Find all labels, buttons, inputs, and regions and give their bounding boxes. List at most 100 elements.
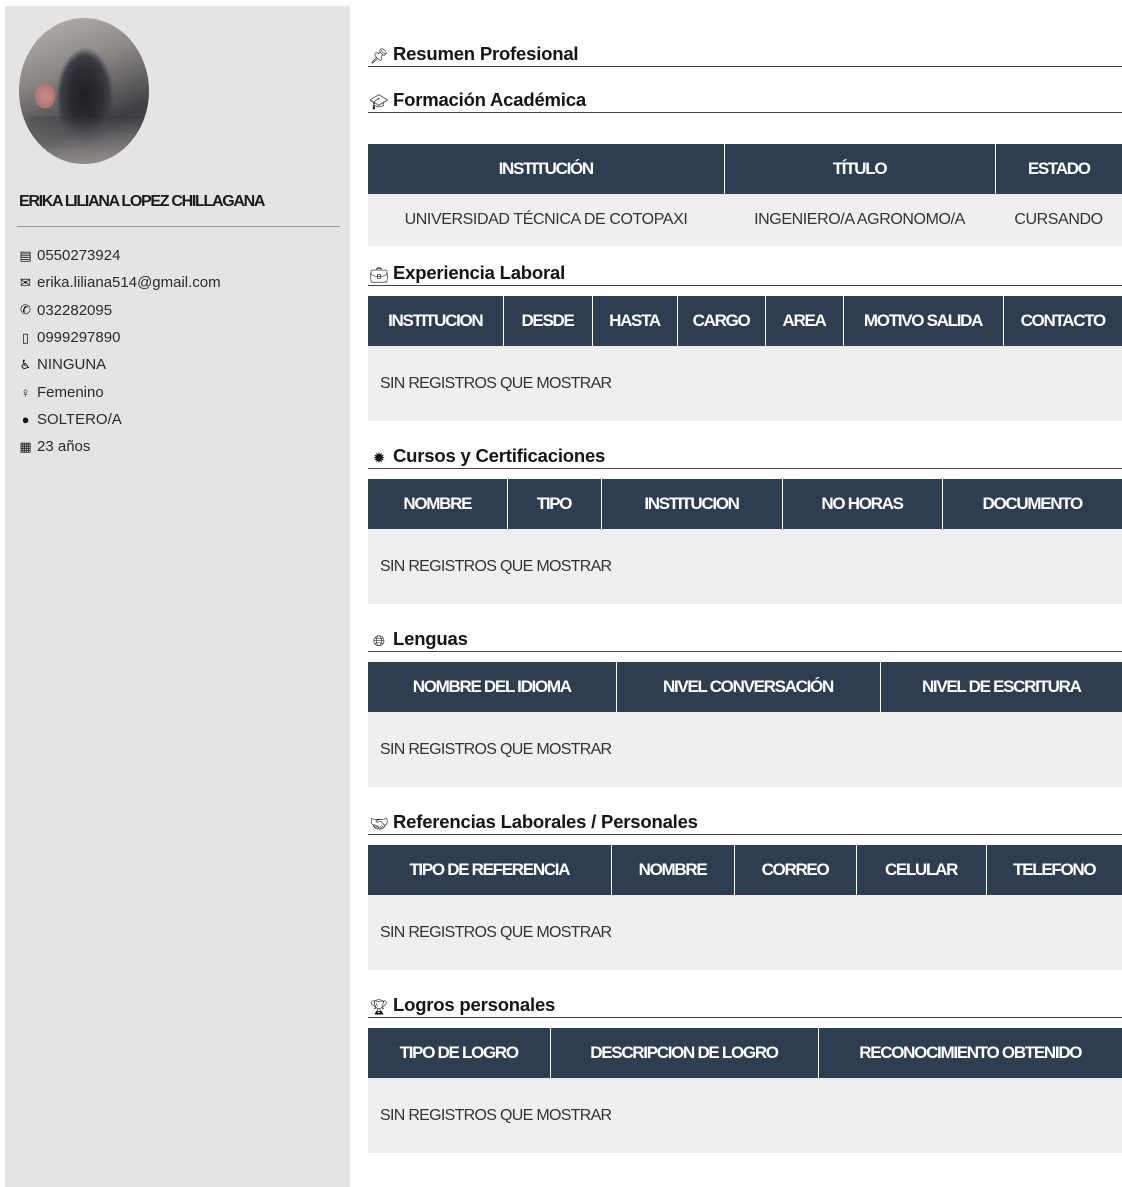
column-header: NOMBRE DEL IDIOMA [368, 662, 617, 712]
column-header: CARGO [677, 296, 766, 346]
section-cursos: ✹ Cursos y Certificaciones NOMBRE TIPO I… [368, 442, 1122, 604]
formacion-table: INSTITUCIÓN TÍTULO ESTADO UNIVERSIDAD TÉ… [368, 144, 1122, 246]
column-header: DESCRIPCION DE LOGRO [550, 1028, 819, 1078]
lenguas-table: NOMBRE DEL IDIOMA NIVEL CONVERSACIÓN NIV… [368, 662, 1122, 787]
section-header: 🎓︎ Formación Académica [368, 86, 1122, 113]
table-header-row: NOMBRE TIPO INSTITUCION NO HORAS DOCUMEN… [368, 479, 1122, 529]
empty-message: SIN REGISTROS QUE MOSTRAR [368, 529, 1122, 604]
table-row: SIN REGISTROS QUE MOSTRAR [368, 346, 1122, 421]
mobile-icon: ▯ [21, 329, 30, 345]
column-header: MOTIVO SALIDA [843, 296, 1004, 346]
table-row: SIN REGISTROS QUE MOSTRAR [368, 529, 1122, 604]
section-experiencia: 💼︎ Experiencia Laboral INSTITUCION DESDE… [368, 259, 1122, 421]
table-cell: UNIVERSIDAD TÉCNICA DE COTOPAXI [368, 194, 724, 246]
contact-id-value: 0550273924 [37, 247, 121, 265]
table-header-row: INSTITUCIÓN TÍTULO ESTADO [368, 144, 1122, 194]
cursos-table: NOMBRE TIPO INSTITUCION NO HORAS DOCUMEN… [368, 479, 1122, 604]
column-header: INSTITUCIÓN [368, 144, 725, 194]
empty-message: SIN REGISTROS QUE MOSTRAR [368, 346, 1122, 421]
name-divider [17, 226, 340, 227]
section-header: 🌐︎ Lenguas [368, 625, 1122, 652]
profile-photo [19, 18, 149, 164]
section-header: ✹ Cursos y Certificaciones [368, 442, 1122, 469]
section-lenguas: 🌐︎ Lenguas NOMBRE DEL IDIOMA NIVEL CONVE… [368, 625, 1122, 787]
column-header: CELULAR [856, 845, 987, 895]
contact-email-value: erika.liliana514@gmail.com [37, 274, 221, 292]
section-title: Lenguas [393, 628, 468, 649]
contact-phone: ✆ 032282095 [18, 297, 221, 324]
person-name: ERIKA LILIANA LOPEZ CHILLAGANA [19, 193, 265, 210]
column-header: NIVEL CONVERSACIÓN [616, 662, 881, 712]
referencias-table: TIPO DE REFERENCIA NOMBRE CORREO CELULAR… [368, 845, 1122, 970]
section-title: Logros personales [393, 994, 556, 1015]
contact-age: ▦ 23 años [18, 433, 221, 460]
section-header: 💼︎ Experiencia Laboral [368, 259, 1122, 286]
empty-message: SIN REGISTROS QUE MOSTRAR [368, 712, 1122, 787]
table-header-row: INSTITUCION DESDE HASTA CARGO AREA MOTIV… [368, 296, 1122, 346]
contact-phone-value: 032282095 [37, 301, 113, 319]
column-header: TIPO DE LOGRO [368, 1028, 551, 1078]
column-header: NO HORAS [782, 479, 943, 529]
column-header: CORREO [734, 845, 857, 895]
section-title: Experiencia Laboral [393, 262, 566, 283]
section-title: Formación Académica [393, 89, 586, 110]
column-header: DESDE [503, 296, 593, 346]
contact-age-value: 23 años [37, 438, 91, 456]
column-header: NOMBRE [368, 479, 508, 529]
table-cell: CURSANDO [995, 194, 1122, 246]
table-row: SIN REGISTROS QUE MOSTRAR [368, 895, 1122, 970]
table-header-row: TIPO DE LOGRO DESCRIPCION DE LOGRO RECON… [368, 1028, 1122, 1078]
contact-mobile-value: 0999297890 [37, 329, 121, 347]
column-header: TIPO [507, 479, 602, 529]
contact-marital-status-value: SOLTERO/A [37, 410, 122, 428]
section-header: 📌︎ Resumen Profesional [368, 40, 1122, 67]
certificate-icon: ✹ [372, 450, 386, 467]
wheelchair-icon: ♿ [19, 356, 32, 372]
column-header: ESTADO [995, 144, 1122, 194]
id-card-icon: ▤ [19, 247, 32, 263]
column-header: DOCUMENTO [942, 479, 1122, 529]
table-header-row: TIPO DE REFERENCIA NOMBRE CORREO CELULAR… [368, 845, 1122, 895]
column-header: INSTITUCION [601, 479, 783, 529]
contact-gender: ♀ Femenino [18, 378, 221, 405]
column-header: TELEFONO [986, 845, 1122, 895]
user-icon: ● [21, 411, 30, 427]
table-row: UNIVERSIDAD TÉCNICA DE COTOPAXI INGENIER… [368, 194, 1122, 246]
column-header: INSTITUCION [368, 296, 504, 346]
graduation-cap-icon: 🎓︎ [369, 94, 389, 111]
contact-disability: ♿ NINGUNA [18, 351, 221, 378]
column-header: NOMBRE [611, 845, 735, 895]
profile-sidebar: ERIKA LILIANA LOPEZ CHILLAGANA ▤ 05502739… [5, 6, 350, 1187]
contact-id: ▤ 0550273924 [18, 242, 221, 269]
column-header: RECONOCIMIENTO OBTENIDO [818, 1028, 1122, 1078]
phone-icon: ✆ [20, 302, 31, 318]
table-cell: INGENIERO/A AGRONOMO/A [724, 194, 995, 246]
envelope-icon: ✉ [20, 274, 31, 290]
contact-marital-status: ● SOLTERO/A [18, 406, 221, 433]
section-formacion: 🎓︎ Formación Académica INSTITUCIÓN TÍTUL… [368, 86, 1122, 246]
contact-email: ✉ erika.liliana514@gmail.com [18, 269, 221, 296]
section-header: 🏆︎ Logros personales [368, 991, 1122, 1018]
column-header: AREA [765, 296, 844, 346]
column-header: TÍTULO [724, 144, 996, 194]
pin-icon: 📌︎ [369, 48, 389, 65]
section-referencias: 🤝︎ Referencias Laborales / Personales TI… [368, 808, 1122, 970]
section-header: 🤝︎ Referencias Laborales / Personales [368, 808, 1122, 835]
experiencia-table: INSTITUCION DESDE HASTA CARGO AREA MOTIV… [368, 296, 1122, 421]
section-title: Referencias Laborales / Personales [393, 811, 698, 832]
calendar-icon: ▦ [19, 438, 32, 454]
contact-mobile: ▯ 0999297890 [18, 324, 221, 351]
section-title: Cursos y Certificaciones [393, 445, 606, 466]
contact-gender-value: Femenino [37, 383, 104, 401]
table-row: SIN REGISTROS QUE MOSTRAR [368, 1078, 1122, 1153]
section-logros: 🏆︎ Logros personales TIPO DE LOGRO DESCR… [368, 991, 1122, 1153]
handshake-icon: 🤝︎ [369, 816, 389, 833]
empty-message: SIN REGISTROS QUE MOSTRAR [368, 1078, 1122, 1153]
briefcase-icon: 💼︎ [369, 267, 389, 284]
contact-list: ▤ 0550273924 ✉ erika.liliana514@gmail.com … [18, 242, 221, 460]
table-row: SIN REGISTROS QUE MOSTRAR [368, 712, 1122, 787]
column-header: TIPO DE REFERENCIA [368, 845, 612, 895]
female-icon: ♀ [20, 384, 31, 400]
column-header: CONTACTO [1003, 296, 1122, 346]
cv-main: 📌︎ Resumen Profesional 🎓︎ Formación Acad… [368, 40, 1122, 1153]
